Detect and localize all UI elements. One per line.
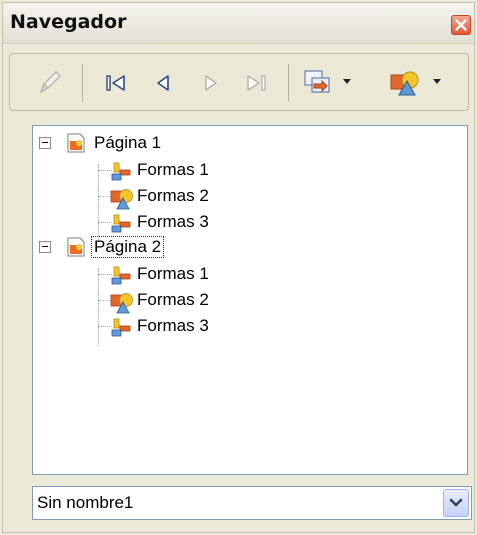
chevron-down-icon bbox=[343, 79, 351, 84]
next-page-icon bbox=[205, 75, 217, 91]
document-select-value: Sin nombre1 bbox=[37, 493, 134, 512]
navigator-tree[interactable]: Página 1 Formas 1 Formas 2 Formas 3 Pági… bbox=[32, 125, 468, 475]
drag-mode-icon bbox=[304, 70, 330, 93]
shapes-icon bbox=[390, 71, 419, 96]
close-button[interactable] bbox=[451, 15, 471, 35]
edit-button[interactable] bbox=[32, 66, 66, 100]
tree-line bbox=[98, 222, 112, 223]
previous-page-icon bbox=[157, 75, 169, 91]
toolbar-separator bbox=[288, 64, 289, 102]
tree-page-label[interactable]: Página 2 bbox=[90, 236, 165, 258]
bar-shape-icon bbox=[111, 318, 131, 338]
bar-shape-icon bbox=[111, 214, 131, 234]
shapes-dropdown[interactable] bbox=[430, 74, 444, 88]
chevron-down-icon bbox=[449, 498, 463, 507]
collapse-toggle[interactable] bbox=[39, 137, 51, 149]
page-icon bbox=[66, 237, 86, 257]
tree-line bbox=[98, 326, 112, 327]
shapes-icon bbox=[110, 188, 134, 210]
tree-shape-label[interactable]: Formas 3 bbox=[137, 212, 209, 232]
chevron-down-icon bbox=[433, 79, 441, 84]
shapes-button[interactable] bbox=[388, 66, 422, 100]
drag-mode-dropdown[interactable] bbox=[340, 74, 354, 88]
first-page-button[interactable] bbox=[98, 66, 132, 100]
tree-shape-label[interactable]: Formas 1 bbox=[137, 264, 209, 284]
tree-line bbox=[98, 170, 112, 171]
shapes-icon bbox=[110, 292, 134, 314]
drag-mode-button[interactable] bbox=[300, 66, 334, 100]
last-page-icon bbox=[247, 75, 266, 91]
window-title: Navegador bbox=[10, 11, 127, 33]
toolbar-separator bbox=[82, 64, 83, 102]
bar-shape-icon bbox=[111, 266, 131, 286]
navigator-toolbar bbox=[9, 53, 469, 111]
bar-shape-icon bbox=[111, 162, 131, 182]
pencil-icon bbox=[39, 71, 61, 94]
tree-shape-label[interactable]: Formas 3 bbox=[137, 316, 209, 336]
navigator-window: Navegador Página 1 Formas 1 Formas 2 For… bbox=[2, 2, 475, 533]
tree-line bbox=[98, 274, 112, 275]
last-page-button[interactable] bbox=[240, 66, 274, 100]
collapse-toggle[interactable] bbox=[39, 241, 51, 253]
tree-line bbox=[98, 268, 99, 346]
tree-page-label[interactable]: Página 1 bbox=[94, 133, 161, 153]
tree-shape-label[interactable]: Formas 1 bbox=[137, 160, 209, 180]
document-select-dropdown-button[interactable] bbox=[443, 489, 469, 517]
next-page-button[interactable] bbox=[194, 66, 228, 100]
first-page-icon bbox=[106, 75, 125, 91]
tree-shape-label[interactable]: Formas 2 bbox=[137, 290, 209, 310]
document-select[interactable]: Sin nombre1 bbox=[32, 486, 472, 520]
title-bar[interactable]: Navegador bbox=[3, 3, 474, 44]
page-icon bbox=[66, 133, 86, 153]
close-icon bbox=[455, 19, 467, 31]
tree-shape-label[interactable]: Formas 2 bbox=[137, 186, 209, 206]
previous-page-button[interactable] bbox=[146, 66, 180, 100]
tree-line bbox=[98, 164, 99, 242]
